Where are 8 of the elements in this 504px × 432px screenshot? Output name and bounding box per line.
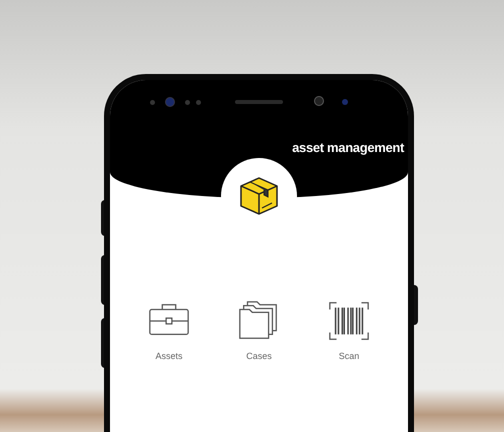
front-camera <box>165 97 175 107</box>
menu-label[interactable]: Cases <box>246 350 272 364</box>
speaker-grille <box>235 100 283 104</box>
package-icon <box>238 175 280 217</box>
app-title: asset management <box>292 139 404 157</box>
menu-label[interactable]: Assets <box>155 350 182 364</box>
menu-label[interactable]: Scan <box>338 350 360 364</box>
front-camera <box>314 96 324 106</box>
